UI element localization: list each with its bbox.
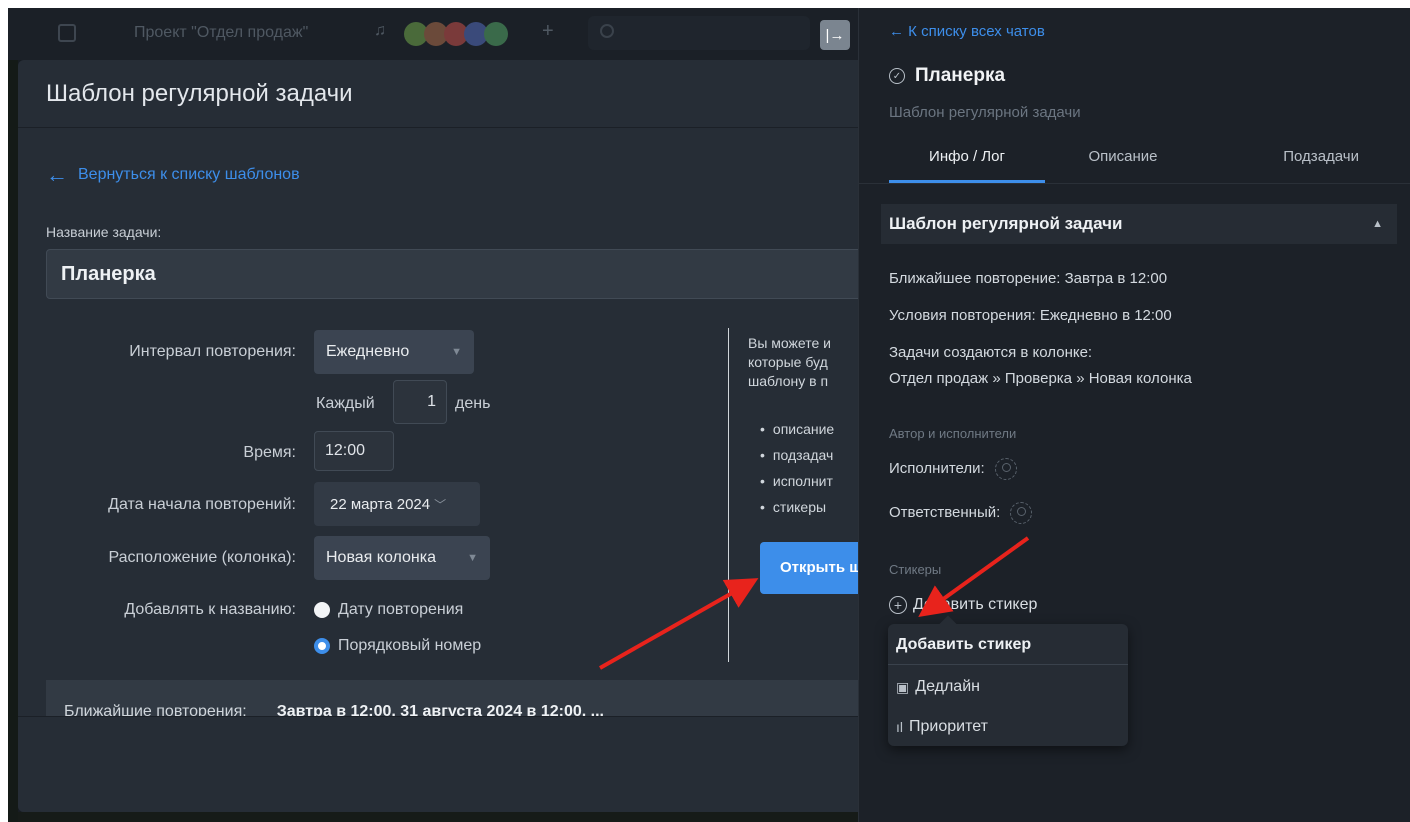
radio-number-label: Порядковый номер [338, 637, 482, 654]
start-date-select[interactable]: 22 марта 2024 ﹀ [314, 482, 480, 526]
dropdown-triangle-icon: ▼ [451, 346, 462, 358]
back-link-label: Вернуться к списку шаблонов [78, 166, 300, 183]
append-label: Добавлять к названию: [124, 601, 296, 618]
template-modal: Шаблон регулярной задачи ← Вернуться к с… [18, 60, 866, 812]
project-title: Проект "Отдел продаж" [134, 24, 309, 41]
open-template-button[interactable]: Открыть ш [760, 542, 866, 594]
dropdown-header: Добавить стикер [896, 636, 1032, 653]
interval-value: Ежедневно [326, 343, 410, 360]
add-member-icon[interactable]: + [542, 20, 554, 43]
radio-append-date[interactable]: Дату повторения [314, 601, 463, 619]
list-item: описание [760, 416, 834, 442]
radio-checked[interactable] [314, 638, 330, 654]
menu-item-label: Приоритет [909, 718, 988, 735]
tab-subtasks[interactable]: Подзадачи [1201, 148, 1359, 184]
next-repeat-text: Ближайшее повторение: Завтра в 12:00 [889, 270, 1168, 287]
executors-row: Исполнители: [889, 458, 1017, 480]
tab-description[interactable]: Описание [1045, 148, 1201, 184]
modal-footer [18, 716, 866, 812]
task-name-label: Название задачи: [46, 224, 162, 240]
section-title: Шаблон регулярной задачи [889, 214, 1123, 233]
panel-subtitle: Шаблон регулярной задачи [889, 104, 1081, 121]
bar-chart-icon: ıl [896, 719, 903, 735]
background-area [8, 60, 18, 822]
info-line: которые буд [748, 354, 828, 370]
repeat-conditions-text: Условия повторения: Ежедневно в 12:00 [889, 307, 1172, 324]
column-label: Расположение (колонка): [108, 549, 296, 566]
tab-info-log[interactable]: Инфо / Лог [889, 148, 1045, 184]
vertical-divider [728, 328, 729, 662]
calendar-icon: ▣ [896, 678, 910, 695]
dropdown-triangle-icon: ▼ [467, 552, 478, 564]
template-section-header[interactable]: Шаблон регулярной задачи ▲ [881, 204, 1397, 244]
bell-icon[interactable]: ♫ [374, 22, 386, 40]
caret-up-icon: ▲ [1372, 218, 1383, 230]
back-to-chats-link[interactable]: ← К списку всех чатов [889, 23, 1045, 40]
panel-tabs: Инфо / Лог Описание Подзадачи [889, 148, 1359, 184]
column-select[interactable]: Новая колонка ▼ [314, 536, 490, 580]
menu-item-deadline[interactable]: ▣ Дедлайн [896, 678, 980, 696]
person-icon[interactable] [1010, 502, 1033, 524]
add-sticker-dropdown: Добавить стикер ▣ Дедлайн ıl Приоритет [888, 615, 1128, 746]
tabs-divider [859, 183, 1410, 184]
app-topbar-dimmed: Проект "Отдел продаж" ♫ + [8, 8, 858, 60]
column-value: Новая колонка [326, 549, 437, 566]
authors-heading: Автор и исполнители [889, 426, 1017, 441]
time-input[interactable]: 12:00 [314, 431, 394, 471]
start-date-label: Дата начала повторений: [108, 496, 296, 513]
panel-title: ✓ Планерка [889, 65, 1005, 87]
collapse-panel-button[interactable]: |→ [820, 20, 850, 50]
arrow-left-icon: ← [46, 162, 68, 187]
person-icon[interactable] [994, 458, 1017, 480]
info-text: Вы можете и которые буд шаблону в п [748, 334, 866, 391]
app-frame: Проект "Отдел продаж" ♫ + |→ Шаблон регу… [8, 8, 1410, 822]
add-sticker-label: Добавить стикер [913, 596, 1038, 613]
sidebar-toggle-icon[interactable] [58, 24, 76, 42]
info-line: Вы можете и [748, 335, 831, 351]
back-to-templates-link[interactable]: ← Вернуться к списку шаблонов [46, 164, 300, 186]
avatar-group[interactable] [404, 22, 508, 46]
info-list: описание подзадач исполнит стикеры [760, 416, 834, 520]
search-input[interactable] [588, 16, 810, 50]
interval-count-input[interactable]: 1 [393, 380, 447, 424]
responsible-label: Ответственный: [889, 503, 1001, 521]
stickers-heading: Стикеры [889, 562, 942, 577]
dropdown-divider [888, 664, 1128, 665]
executors-label: Исполнители: [889, 459, 985, 477]
menu-item-label: Дедлайн [915, 678, 980, 695]
avatar[interactable] [484, 22, 508, 46]
responsible-row: Ответственный: [889, 502, 1033, 524]
plus-circle-icon: + [889, 596, 907, 614]
column-path-text: Отдел продаж » Проверка » Новая колонка [889, 370, 1192, 387]
menu-item-priority[interactable]: ıl Приоритет [896, 718, 988, 736]
task-name-input[interactable]: Планерка [46, 249, 866, 299]
list-item: исполнит [760, 468, 834, 494]
radio-unchecked[interactable] [314, 602, 330, 618]
each-label: Каждый [316, 395, 375, 412]
interval-select[interactable]: Ежедневно ▼ [314, 330, 474, 374]
start-date-value: 22 марта 2024 [330, 495, 431, 513]
panel-title-text: Планерка [915, 65, 1006, 86]
back-to-chats-label: К списку всех чатов [908, 23, 1045, 40]
background-area [18, 812, 858, 822]
list-item: стикеры [760, 494, 834, 520]
list-item: подзадач [760, 442, 834, 468]
info-line: шаблону в п [748, 373, 829, 389]
column-caption-text: Задачи создаются в колонке: [889, 344, 1093, 361]
modal-title: Шаблон регулярной задачи [18, 60, 866, 128]
radio-date-label: Дату повторения [338, 601, 464, 618]
dropdown-pointer [939, 615, 957, 633]
day-label: день [455, 395, 491, 412]
check-circle-icon[interactable]: ✓ [889, 68, 905, 84]
interval-label: Интервал повторения: [129, 343, 296, 360]
time-label: Время: [243, 444, 296, 461]
add-sticker-button[interactable]: + Добавить стикер [889, 596, 1037, 614]
radio-append-number[interactable]: Порядковый номер [314, 637, 481, 655]
modal-title-text: Шаблон регулярной задачи [46, 79, 353, 107]
search-icon [600, 24, 614, 38]
chevron-down-icon: ﹀ [434, 497, 447, 512]
chat-side-panel: ← К списку всех чатов ✓ Планерка Шаблон … [858, 8, 1410, 822]
